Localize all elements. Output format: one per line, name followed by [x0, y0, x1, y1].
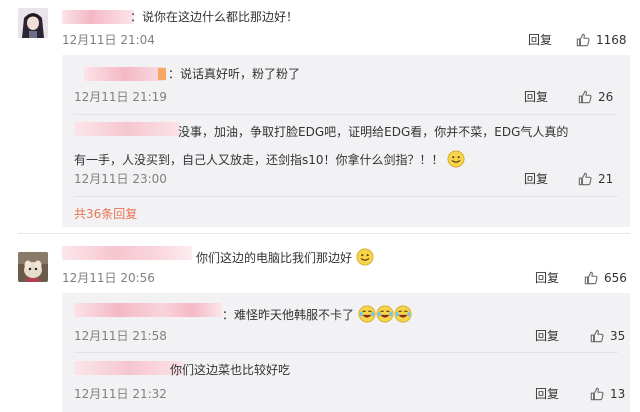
more-replies-link[interactable]: 共36条回复	[74, 207, 137, 221]
username[interactable]	[62, 246, 192, 260]
smile-emoji-icon	[356, 248, 374, 266]
reply-username[interactable]	[74, 361, 184, 375]
reply-text: ：说话真好听，粉了粉了	[168, 67, 301, 81]
comment-divider	[18, 233, 630, 234]
like-button[interactable]: 656	[584, 271, 627, 285]
thumbs-up-icon	[584, 271, 598, 285]
thumbs-up-icon	[578, 90, 592, 104]
avatar[interactable]	[18, 8, 48, 38]
thumbs-up-icon	[590, 387, 604, 401]
reply-thread: ：说话真好听，粉了粉了 12月11日 21:19 回复 26 没事，加油，争取打…	[62, 55, 630, 227]
like-button[interactable]: 35	[590, 329, 625, 343]
reply-text-line: 有一手，人没买到，自己人又放走，还剑指s10！你拿什么剑指？！！	[74, 150, 465, 168]
reply-text: 你们这边菜也比较好吃	[170, 363, 291, 377]
reply-username[interactable]	[74, 303, 222, 317]
divider	[74, 114, 618, 115]
laugh-tears-emoji-icon	[358, 305, 376, 323]
like-count: 1168	[596, 33, 627, 47]
like-count: 13	[610, 387, 626, 401]
user-badge	[158, 68, 166, 80]
reply-button[interactable]: 回复	[535, 271, 559, 285]
comment-time: 12月11日 20:56	[62, 271, 155, 285]
like-button[interactable]: 21	[578, 172, 613, 186]
reply-button[interactable]: 回复	[535, 329, 559, 343]
thumbs-up-icon	[576, 33, 590, 47]
comment-text: ：说你在这边什么都比那边好！	[130, 10, 299, 24]
reply-username[interactable]	[84, 67, 166, 81]
username[interactable]	[62, 10, 134, 24]
thumbs-up-icon	[590, 329, 604, 343]
divider	[74, 352, 618, 353]
reply-button[interactable]: 回复	[524, 90, 548, 104]
divider	[74, 196, 618, 197]
reply-button[interactable]: 回复	[524, 172, 548, 186]
avatar[interactable]	[18, 252, 48, 282]
like-button[interactable]: 1168	[576, 33, 627, 47]
reply-username[interactable]	[74, 122, 180, 136]
laugh-tears-emoji-icon	[376, 305, 394, 323]
smile-emoji-icon	[447, 150, 465, 168]
comment-text: 你们这边的电脑比我们那边好	[196, 248, 374, 266]
like-button[interactable]: 13	[590, 387, 625, 401]
like-count: 21	[598, 172, 614, 186]
reply-thread: ：难怪昨天他韩服不卡了 12月11日 21:58 回复 35 你们这边菜也比较好…	[62, 293, 630, 412]
reply-text: ：难怪昨天他韩服不卡了	[222, 305, 412, 323]
reply-time: 12月11日 21:58	[74, 329, 167, 343]
reply-time: 12月11日 21:32	[74, 387, 167, 401]
reply-button[interactable]: 回复	[535, 387, 559, 401]
like-button[interactable]: 26	[578, 90, 613, 104]
reply-time: 12月11日 23:00	[74, 172, 167, 186]
like-count: 35	[610, 329, 626, 343]
comment-time: 12月11日 21:04	[62, 33, 155, 47]
like-count: 656	[604, 271, 627, 285]
laugh-tears-emoji-icon	[394, 305, 412, 323]
reply-button[interactable]: 回复	[528, 33, 552, 47]
thumbs-up-icon	[578, 172, 592, 186]
reply-time: 12月11日 21:19	[74, 90, 167, 104]
like-count: 26	[598, 90, 614, 104]
reply-text-line: 没事，加油，争取打脸EDG吧，证明给EDG看，你并不菜，EDG气人真的	[178, 125, 569, 139]
